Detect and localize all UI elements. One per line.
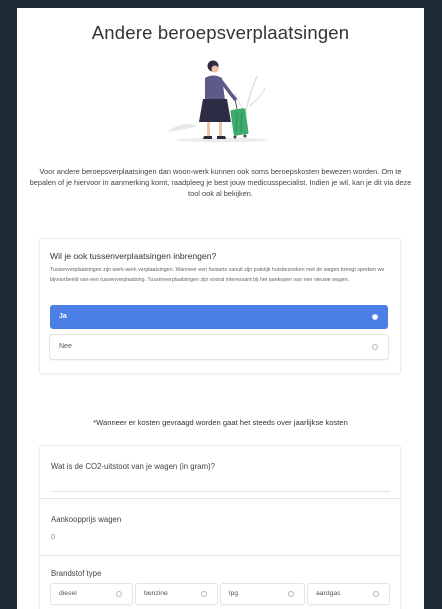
fuel-option-lpg[interactable]: lpg xyxy=(221,584,304,604)
radio-circle-icon xyxy=(116,591,122,597)
intro-text: Voor andere beroepsverplaatsingen dan wo… xyxy=(29,167,412,198)
woman-with-suitcase-illustration xyxy=(167,60,267,143)
question-title: Wil je ook tussenverplaatsingen inbrenge… xyxy=(50,251,217,261)
yearly-costs-note: *Wanneer er kosten gevraagd worden gaat … xyxy=(93,418,348,427)
price-row: Aankoopprijs wagen 0 xyxy=(40,499,400,556)
fuel-option-label: benzine xyxy=(144,590,168,597)
option-label: Ja xyxy=(59,313,67,320)
co2-row: Wat is de CO2-uitstoot van je wagen (in … xyxy=(40,446,400,499)
content-panel: Andere beroepsverplaatsingen Voor andere… xyxy=(17,8,424,609)
fuel-option-diesel[interactable]: diesel xyxy=(51,584,132,604)
option-ja[interactable]: Ja xyxy=(50,305,388,329)
option-label: Nee xyxy=(59,343,72,350)
fuel-option-label: lpg xyxy=(229,590,239,597)
question-help-text: Tussenverplaatsingen zijn werk-werk verp… xyxy=(50,267,385,284)
fuel-option-label: diesel xyxy=(59,590,77,597)
price-label: Aankoopprijs wagen xyxy=(51,515,122,524)
fuel-type-label: Brandstof type xyxy=(51,569,102,578)
fuel-option-aardgas[interactable]: aardgas xyxy=(308,584,389,604)
price-input[interactable]: 0 xyxy=(51,532,55,541)
fuel-option-benzine[interactable]: benzine xyxy=(136,584,217,604)
radio-circle-icon xyxy=(201,591,207,597)
vehicle-form-card: Wat is de CO2-uitstoot van je wagen (in … xyxy=(40,446,400,609)
tussenverplaatsingen-card: Wil je ook tussenverplaatsingen inbrenge… xyxy=(40,239,400,373)
radio-circle-icon xyxy=(372,314,378,320)
co2-label: Wat is de CO2-uitstoot van je wagen (in … xyxy=(51,462,215,471)
radio-circle-icon xyxy=(372,344,378,350)
radio-circle-icon xyxy=(373,591,379,597)
co2-input-underline xyxy=(51,491,390,492)
radio-circle-icon xyxy=(288,591,294,597)
option-nee[interactable]: Nee xyxy=(50,335,388,359)
fuel-option-label: aardgas xyxy=(316,590,341,597)
page-title: Andere beroepsverplaatsingen xyxy=(91,22,350,43)
